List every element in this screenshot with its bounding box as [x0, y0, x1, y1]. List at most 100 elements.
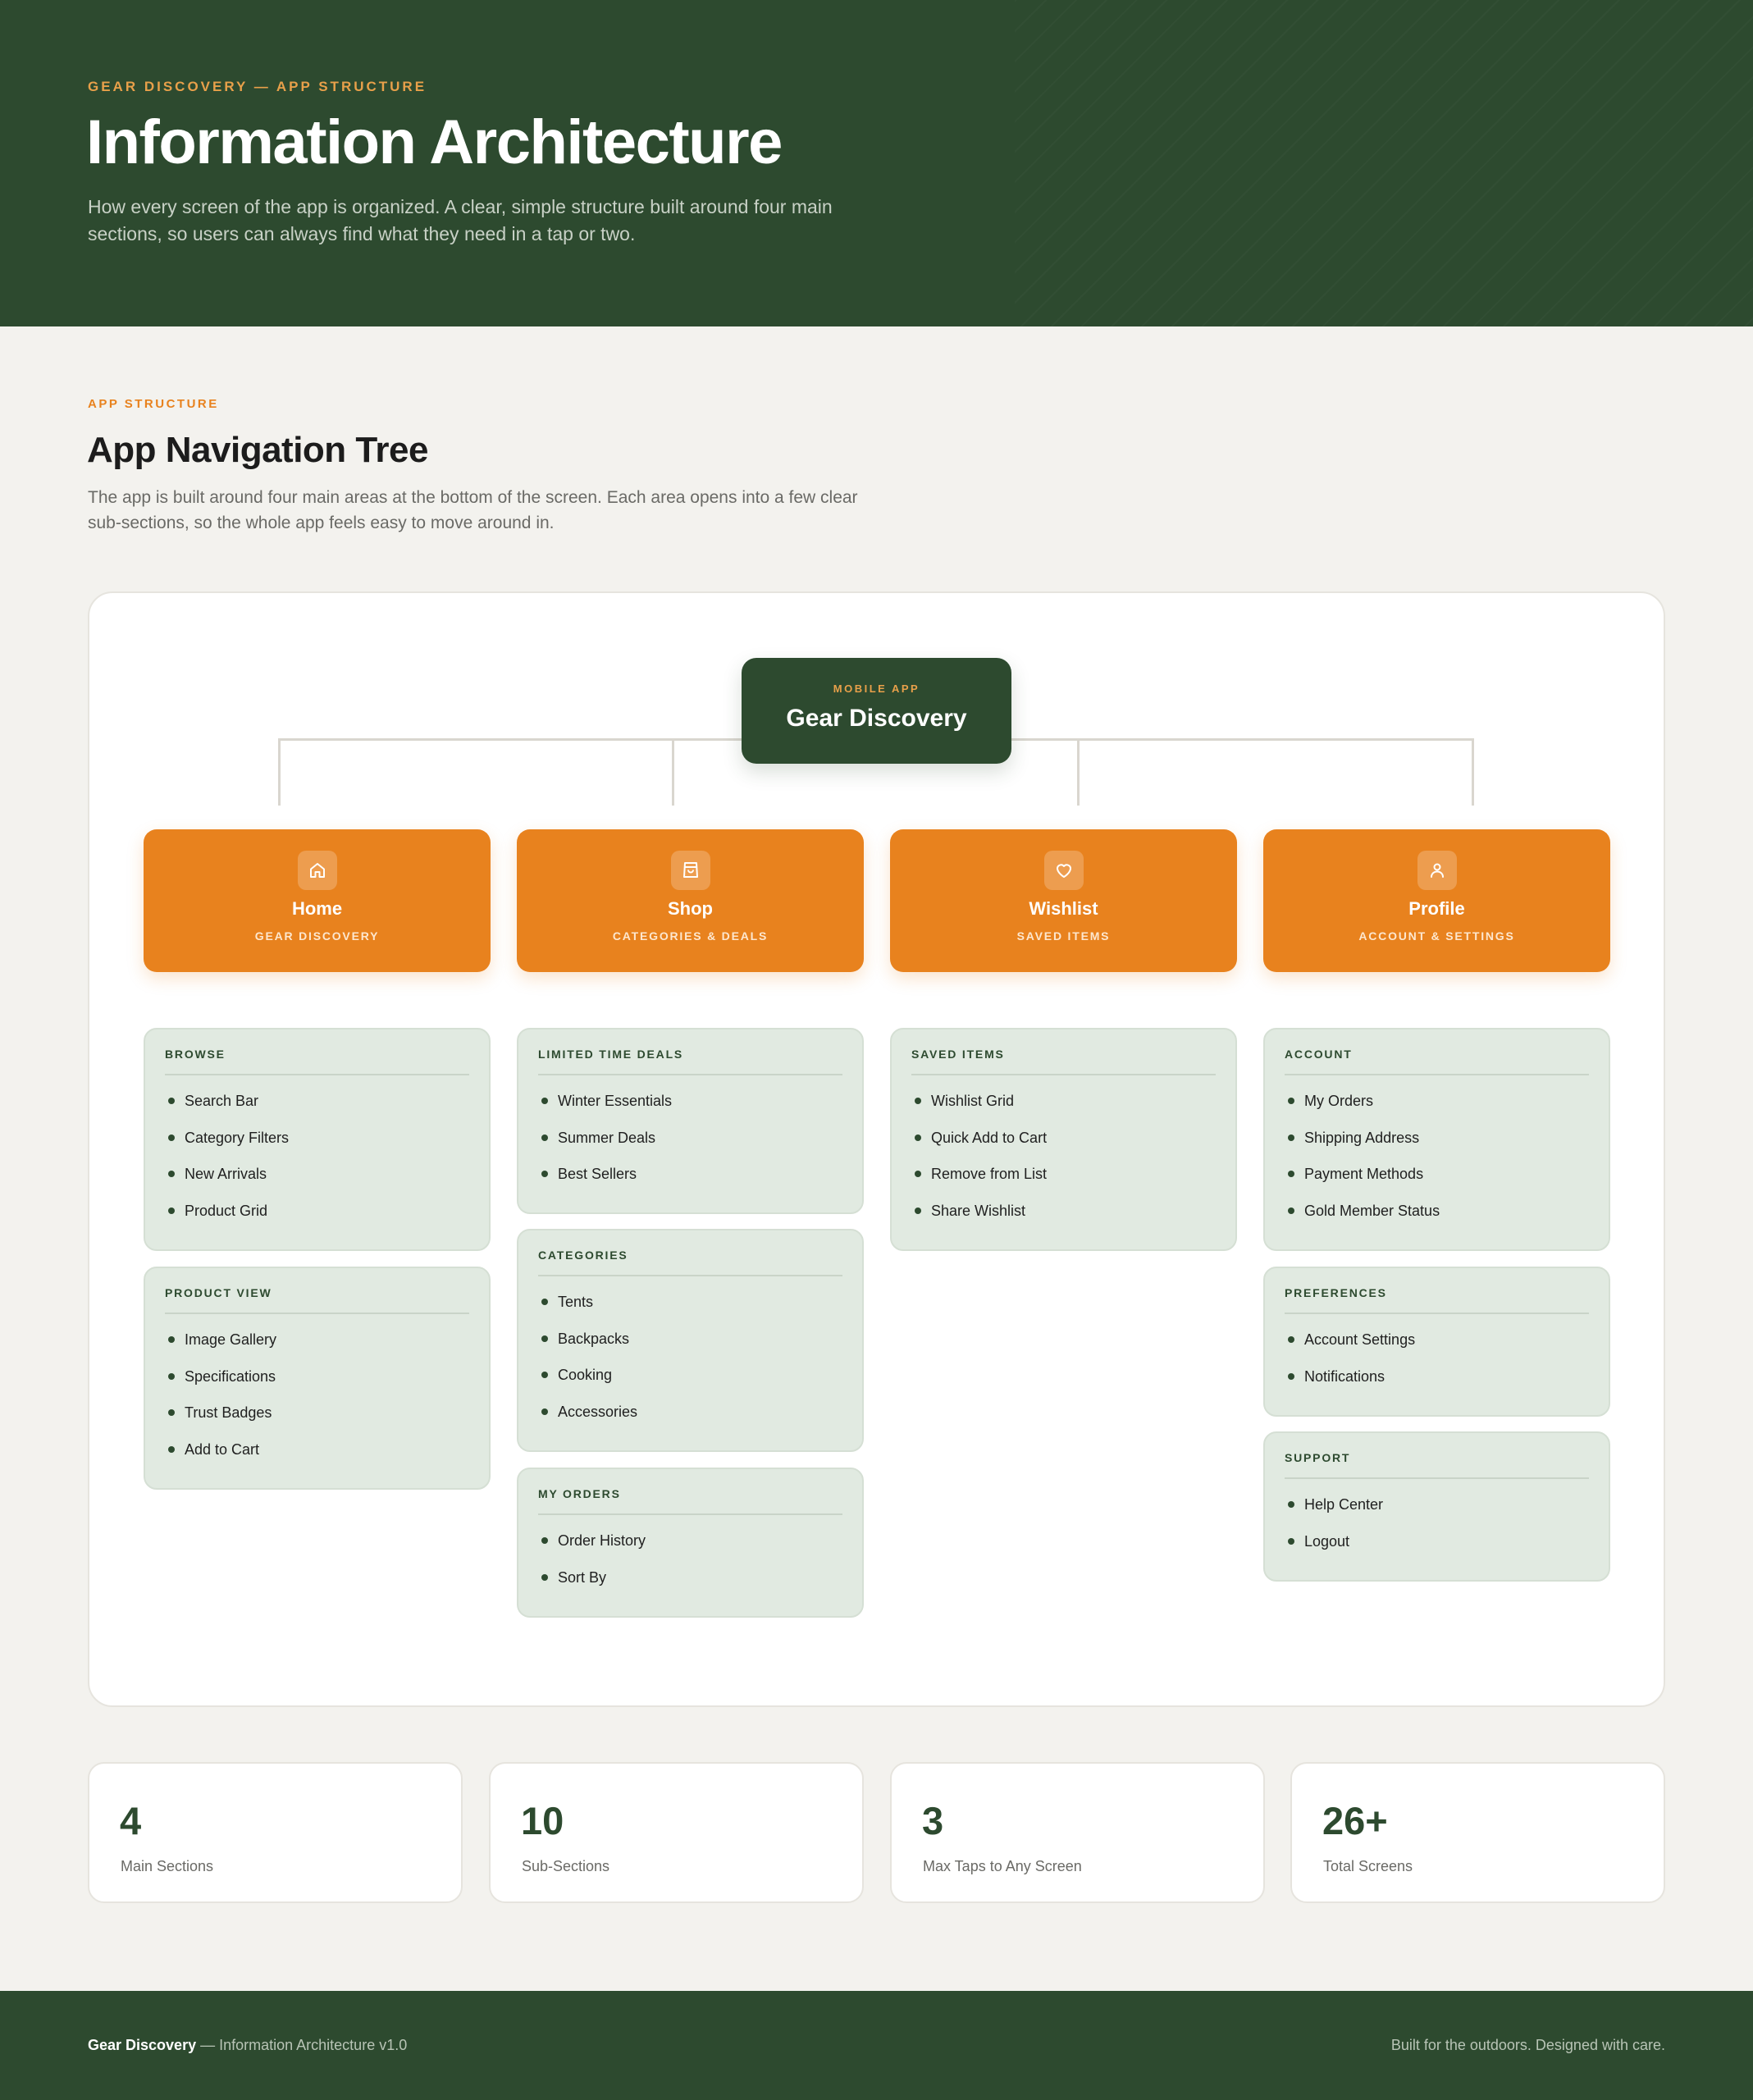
list-item[interactable]: My Orders [1285, 1092, 1440, 1129]
section-card-shop[interactable]: Shop CATEGORIES & DEALS [517, 829, 864, 972]
section-eyebrow: APP STRUCTURE [88, 397, 219, 411]
group-browse: BROWSE Search Bar Category Filters New A… [144, 1028, 491, 1251]
list-item[interactable]: Logout [1285, 1532, 1383, 1569]
list-item[interactable]: Accessories [538, 1403, 637, 1440]
stat-label: Main Sections [121, 1858, 214, 1874]
divider [538, 1074, 842, 1075]
divider [165, 1312, 469, 1314]
list-item[interactable]: Backpacks [538, 1330, 637, 1367]
stat-label: Total Screens [1323, 1858, 1413, 1874]
group-title: SAVED ITEMS [911, 1048, 1005, 1061]
list-item[interactable]: Trust Badges [165, 1404, 276, 1440]
root-node: MOBILE APP Gear Discovery [742, 658, 1011, 764]
group-categories: CATEGORIES Tents Backpacks Cooking Acces… [517, 1229, 864, 1452]
divider [1285, 1312, 1589, 1314]
divider [911, 1074, 1216, 1075]
tree-connector-profile [1472, 738, 1474, 806]
section-name: Home [291, 898, 343, 919]
list-item[interactable]: Share Wishlist [911, 1202, 1047, 1239]
section-subtitle: GEAR DISCOVERY [254, 929, 380, 943]
group-title: LIMITED TIME DEALS [538, 1048, 684, 1061]
section-card-profile[interactable]: Profile ACCOUNT & SETTINGS [1263, 829, 1610, 972]
section-subtitle: CATEGORIES & DEALS [612, 929, 769, 943]
stat-label: Sub-Sections [522, 1858, 610, 1874]
list-item[interactable]: Wishlist Grid [911, 1092, 1047, 1129]
group-preferences: PREFERENCES Account Settings Notificatio… [1263, 1267, 1610, 1417]
list-item[interactable]: Category Filters [165, 1129, 289, 1166]
hero-eyebrow: GEAR DISCOVERY — APP STRUCTURE [88, 79, 427, 94]
divider [538, 1513, 842, 1515]
group-title: SUPPORT [1285, 1451, 1351, 1464]
page-title: Information Architecture [86, 107, 783, 177]
list-item[interactable]: Image Gallery [165, 1331, 276, 1367]
group-list: Search Bar Category Filters New Arrivals… [165, 1092, 289, 1239]
list-item[interactable]: Best Sellers [538, 1165, 672, 1202]
list-item[interactable]: Order History [538, 1532, 646, 1568]
group-list: Wishlist Grid Quick Add to Cart Remove f… [911, 1092, 1047, 1239]
list-item[interactable]: Tents [538, 1293, 637, 1330]
footer-brand: Gear Discovery [88, 2037, 197, 2053]
group-title: PREFERENCES [1285, 1286, 1387, 1299]
group-list: Account Settings Notifications [1285, 1331, 1415, 1404]
section-name: Profile [1408, 898, 1465, 919]
group-support: SUPPORT Help Center Logout [1263, 1431, 1610, 1582]
list-item[interactable]: Quick Add to Cart [911, 1129, 1047, 1166]
list-item[interactable]: Specifications [165, 1367, 276, 1404]
group-limited-time-deals: LIMITED TIME DEALS Winter Essentials Sum… [517, 1028, 864, 1214]
section-name: Wishlist [1029, 898, 1098, 919]
divider [165, 1074, 469, 1075]
list-item[interactable]: Help Center [1285, 1495, 1383, 1532]
root-title: Gear Discovery [786, 705, 967, 732]
list-item[interactable]: Gold Member Status [1285, 1202, 1440, 1239]
list-item[interactable]: Summer Deals [538, 1129, 672, 1166]
stat-card-total-screens: 26+ Total Screens [1290, 1762, 1665, 1903]
group-list: My Orders Shipping Address Payment Metho… [1285, 1092, 1440, 1239]
list-item[interactable]: Payment Methods [1285, 1165, 1440, 1202]
group-title: PRODUCT VIEW [165, 1286, 272, 1299]
list-item[interactable]: Search Bar [165, 1092, 289, 1129]
section-subtitle: ACCOUNT & SETTINGS [1358, 929, 1515, 943]
list-item[interactable]: Winter Essentials [538, 1092, 672, 1129]
footer-version: — Information Architecture v1.0 [200, 2037, 408, 2053]
group-list: Winter Essentials Summer Deals Best Sell… [538, 1092, 672, 1202]
section-card-wishlist[interactable]: Wishlist SAVED ITEMS [890, 829, 1237, 972]
stat-value: 26+ [1322, 1799, 1388, 1842]
group-list: Order History Sort By [538, 1532, 646, 1605]
stat-card-main-sections: 4 Main Sections [88, 1762, 463, 1903]
tree-connector-shop [672, 738, 674, 806]
section-description: The app is built around four main areas … [88, 488, 858, 532]
list-item[interactable]: New Arrivals [165, 1165, 289, 1202]
user-icon [1417, 851, 1457, 890]
tree-connector-home [278, 738, 281, 806]
group-saved-items: SAVED ITEMS Wishlist Grid Quick Add to C… [890, 1028, 1237, 1251]
list-item[interactable]: Product Grid [165, 1202, 289, 1239]
list-item[interactable]: Shipping Address [1285, 1129, 1440, 1166]
home-icon [297, 851, 337, 890]
footer: Gear Discovery — Information Architectur… [0, 1991, 1753, 2100]
group-list: Image Gallery Specifications Trust Badge… [165, 1331, 276, 1477]
section-name: Shop [668, 898, 713, 919]
footer-tagline: Built for the outdoors. Designed with ca… [1390, 2037, 1665, 2053]
group-title: ACCOUNT [1285, 1048, 1353, 1061]
section-card-home[interactable]: Home GEAR DISCOVERY [144, 829, 491, 972]
root-eyebrow: MOBILE APP [833, 682, 920, 695]
list-item[interactable]: Remove from List [911, 1165, 1047, 1202]
shopping-bag-icon [670, 851, 710, 890]
list-item[interactable]: Sort By [538, 1568, 646, 1605]
hero-pattern [1015, 0, 1753, 326]
group-title: CATEGORIES [538, 1249, 628, 1262]
page-description: How every screen of the app is organized… [88, 196, 833, 244]
stat-value: 3 [922, 1799, 944, 1842]
stat-label: Max Taps to Any Screen [923, 1858, 1082, 1874]
stat-value: 4 [120, 1799, 142, 1842]
divider [1285, 1074, 1589, 1075]
stat-card-max-taps: 3 Max Taps to Any Screen [890, 1762, 1265, 1903]
list-item[interactable]: Account Settings [1285, 1331, 1415, 1367]
tree-connector-wishlist [1077, 738, 1080, 806]
divider [538, 1275, 842, 1276]
list-item[interactable]: Cooking [538, 1366, 637, 1403]
list-item[interactable]: Notifications [1285, 1367, 1415, 1404]
stat-value: 10 [521, 1799, 564, 1842]
group-title: BROWSE [165, 1048, 226, 1061]
list-item[interactable]: Add to Cart [165, 1440, 276, 1477]
